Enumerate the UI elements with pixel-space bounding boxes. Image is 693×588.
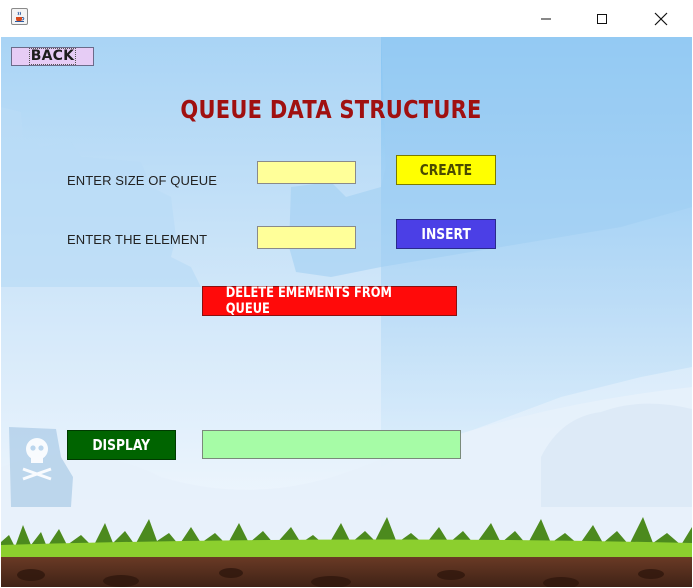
delete-elements-button[interactable]: DELETE EMEMENTS FROM QUEUE [202,285,457,317]
delete-button-label: DELETE EMEMENTS FROM QUEUE [225,285,392,317]
back-button-label: BACK [28,48,77,65]
insert-button[interactable]: INSERT [396,219,496,249]
minimize-button[interactable] [523,0,569,37]
create-button[interactable]: CREATE [396,155,496,185]
display-button[interactable]: DISPLAY [67,430,176,460]
maximize-button[interactable] [579,0,625,37]
page-title: QUEUE DATA STRUCTURE [180,95,482,124]
display-output-field[interactable] [202,430,461,459]
close-icon [654,12,668,25]
back-button[interactable]: BACK [11,47,94,66]
insert-button-label: INSERT [421,225,471,243]
create-button-label: CREATE [419,161,473,179]
window-titlebar [0,0,693,37]
display-button-label: DISPLAY [92,436,151,454]
queue-size-label: ENTER SIZE OF QUEUE [67,173,217,188]
element-input[interactable] [257,226,356,249]
java-cup-icon[interactable] [11,8,28,25]
element-label: ENTER THE ELEMENT [67,232,208,247]
minimize-icon [541,18,551,19]
maximize-icon [597,13,607,24]
close-button[interactable] [638,0,684,37]
queue-size-input[interactable] [257,161,356,184]
